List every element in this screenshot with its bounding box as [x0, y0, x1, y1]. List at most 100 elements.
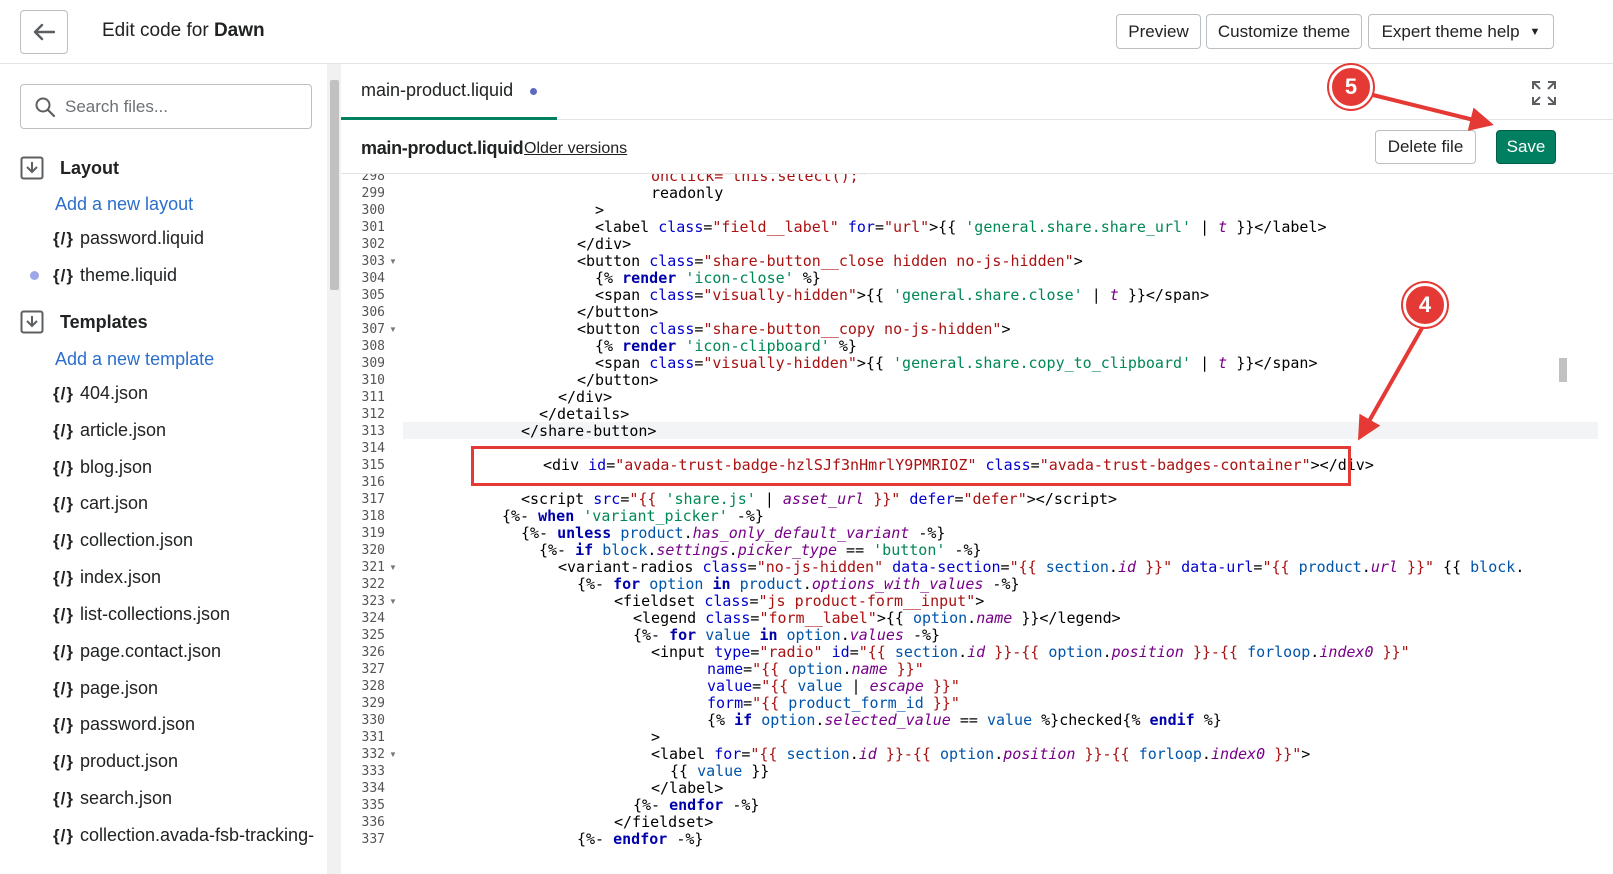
code-line[interactable]: <script src="{{ 'share.js' | asset_url }… [521, 491, 1117, 508]
code-line[interactable]: </div> [558, 389, 612, 406]
save-button[interactable]: Save [1496, 130, 1556, 164]
editor-scrollbar-thumb[interactable] [1559, 358, 1567, 382]
file-item-page-contact[interactable]: {/} page.contact.json [53, 641, 221, 662]
file-item-product[interactable]: {/} product.json [53, 751, 178, 772]
file-item-list-collections[interactable]: {/} list-collections.json [53, 604, 230, 625]
add-template-link[interactable]: Add a new template [55, 349, 214, 370]
delete-file-button[interactable]: Delete file [1375, 130, 1476, 164]
code-line[interactable]: <label class="field__label" for="url">{{… [595, 219, 1327, 236]
file-item-collection-avada[interactable]: {/} collection.avada-fsb-tracking- [53, 825, 314, 846]
caret-down-icon: ▼ [1529, 25, 1541, 38]
code-line[interactable]: {%- endfor -%} [577, 831, 703, 848]
file-item-index[interactable]: {/} index.json [53, 567, 161, 588]
page-title: Edit code for Dawn [102, 20, 265, 42]
line-number: 315 [361, 458, 385, 473]
line-number: 298 [361, 174, 385, 184]
line-number: 329 [361, 696, 385, 711]
search-input[interactable] [65, 96, 295, 117]
file-item-collection[interactable]: {/} collection.json [53, 530, 193, 551]
sidebar-scrollbar-thumb[interactable] [330, 80, 339, 290]
preview-button[interactable]: Preview [1116, 14, 1201, 49]
code-line[interactable]: <input type="radio" id="{{ section.id }}… [651, 644, 1410, 661]
top-bar: Edit code for Dawn Preview Customize the… [0, 0, 1613, 64]
expert-theme-help-label: Expert theme help [1381, 21, 1520, 41]
code-line[interactable]: form="{{ product_form_id }}" [707, 695, 960, 712]
fold-arrow-icon[interactable]: ▼ [389, 257, 397, 266]
file-label: list-collections.json [79, 604, 231, 624]
code-line[interactable]: </details> [539, 406, 629, 423]
layout-section-header[interactable]: Layout [20, 156, 119, 180]
code-line[interactable]: </label> [651, 780, 723, 797]
code-line[interactable]: </fieldset> [614, 814, 713, 831]
fold-arrow-icon[interactable]: ▼ [389, 563, 397, 572]
line-number: 318 [361, 509, 385, 524]
file-label: theme.liquid [79, 265, 178, 285]
code-line[interactable]: <button class="share-button__copy no-js-… [577, 321, 1010, 338]
code-editor[interactable]: 298 299 300 301 302 303 ▼ 304 305 306 307 ▼ 308 309 31… [341, 174, 1613, 874]
editor-scrollbar[interactable] [1557, 174, 1569, 850]
code-line[interactable]: {% render 'icon-clipboard' %} [595, 338, 857, 355]
file-label: blog.json [79, 457, 153, 477]
title-prefix: Edit code for [102, 20, 214, 41]
line-number: 300 [361, 203, 385, 218]
line-number-gutter: 298 299 300 301 302 303 ▼ 304 305 306 307 ▼ 308 309 31… [341, 174, 403, 874]
fullscreen-icon[interactable] [1531, 80, 1557, 106]
code-line[interactable]: {% if option.selected_value == value %}c… [707, 712, 1222, 729]
code-line[interactable]: {%- if block.settings.picker_type == 'bu… [539, 542, 982, 559]
code-file-icon: {/} [53, 228, 74, 248]
code-line[interactable]: </share-button> [521, 423, 656, 440]
code-line[interactable]: <span class="visually-hidden">{{ 'genera… [595, 287, 1209, 304]
code-line[interactable]: > [595, 202, 604, 219]
code-file-icon: {/} [53, 751, 74, 771]
code-line[interactable]: {%- for value in option.values -%} [633, 627, 940, 644]
file-item-search[interactable]: {/} search.json [53, 788, 172, 809]
fold-arrow-icon[interactable]: ▼ [389, 750, 397, 759]
code-line[interactable]: > [651, 729, 660, 746]
code-line[interactable]: <fieldset class="js product-form__input"… [614, 593, 984, 610]
code-file-icon: {/} [53, 678, 74, 698]
code-line[interactable]: {%- unless product.has_only_default_vari… [521, 525, 945, 542]
file-item-password-liquid[interactable]: {/} password.liquid [53, 228, 204, 249]
code-line[interactable]: <label for="{{ section.id }}-{{ option.p… [651, 746, 1310, 763]
code-line[interactable]: readonly [651, 185, 723, 202]
file-item-cart[interactable]: {/} cart.json [53, 493, 148, 514]
code-line[interactable]: {{ value }} [670, 763, 769, 780]
code-line[interactable]: name="{{ option.name }}" [707, 661, 924, 678]
file-item-blog[interactable]: {/} blog.json [53, 457, 152, 478]
code-line[interactable]: {%- when 'variant_picker' -%} [502, 508, 764, 525]
code-line[interactable]: {% render 'icon-close' %} [595, 270, 821, 287]
templates-section-header[interactable]: Templates [20, 310, 148, 334]
code-line[interactable]: </button> [577, 372, 658, 389]
code-line[interactable]: <button class="share-button__close hidde… [577, 253, 1083, 270]
code-line[interactable]: <span class="visually-hidden">{{ 'genera… [595, 355, 1317, 372]
customize-theme-button[interactable]: Customize theme [1206, 14, 1362, 49]
code-line[interactable]: </div> [577, 236, 631, 253]
code-line[interactable]: {%- endfor -%} [633, 797, 759, 814]
tab-label: main-product.liquid [361, 80, 514, 100]
file-item-theme-liquid[interactable]: {/} theme.liquid [53, 265, 177, 286]
code-file-icon: {/} [53, 714, 74, 734]
templates-section-title: Templates [60, 311, 148, 332]
older-versions-link[interactable]: Older versions [524, 140, 627, 158]
line-number: 331 [361, 730, 385, 745]
code-file-icon: {/} [53, 530, 74, 550]
add-layout-link[interactable]: Add a new layout [55, 194, 193, 215]
file-item-password-json[interactable]: {/} password.json [53, 714, 195, 735]
code-line[interactable]: value="{{ value | escape }}" [707, 678, 960, 695]
code-line[interactable]: </button> [577, 304, 658, 321]
file-item-article[interactable]: {/} article.json [53, 420, 166, 441]
file-item-404[interactable]: {/} 404.json [53, 383, 148, 404]
code-line[interactable]: <variant-radios class="no-js-hidden" dat… [558, 559, 1524, 576]
line-number: 308 [361, 339, 385, 354]
file-bar: main-product.liquid Older versions Delet… [341, 120, 1613, 174]
fold-arrow-icon[interactable]: ▼ [389, 597, 397, 606]
search-box[interactable] [20, 84, 312, 129]
tab-main-product[interactable]: main-product.liquid [341, 64, 557, 120]
code-line[interactable]: <legend class="form__label">{{ option.na… [633, 610, 1121, 627]
code-line[interactable]: {%- for option in product.options_with_v… [577, 576, 1020, 593]
line-number: 309 [361, 356, 385, 371]
fold-arrow-icon[interactable]: ▼ [389, 325, 397, 334]
back-button[interactable] [20, 10, 68, 54]
expert-theme-help-button[interactable]: Expert theme help ▼ [1368, 14, 1554, 49]
file-item-page[interactable]: {/} page.json [53, 678, 158, 699]
